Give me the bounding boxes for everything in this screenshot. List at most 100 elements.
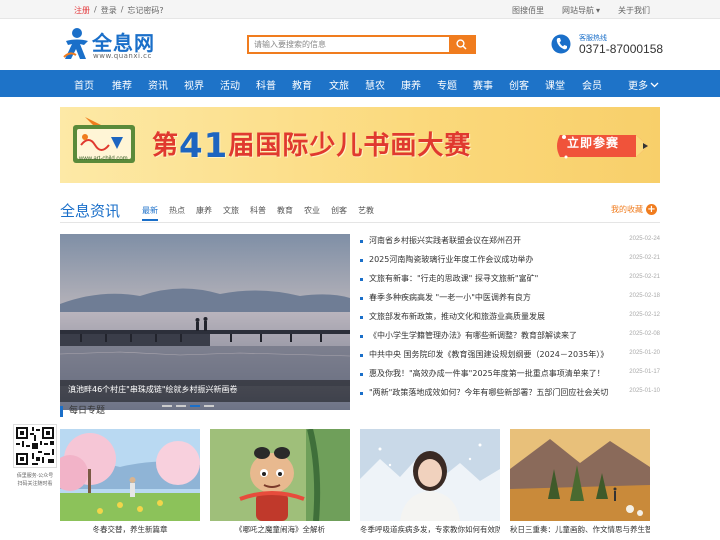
separator: / [120, 5, 124, 14]
qr-code-widget[interactable]: 佰里服务·公众号 扫码关注随时看 [12, 424, 58, 500]
chevron-down-icon: ▾ [595, 6, 600, 15]
news-title[interactable]: 文旅有新事："行走的思政课" 探寻文旅新"富矿" [369, 273, 614, 284]
tab-education[interactable]: 教育 [277, 205, 293, 221]
nav-more-label: 更多 [628, 81, 648, 92]
qr-code-image [13, 424, 57, 468]
topic-card-caption[interactable]: 冬季呼吸道疾病多发，专家教你如何有效防范 [360, 524, 500, 535]
news-title[interactable]: 河南省乡村振兴实践者联盟会议在郑州召开 [369, 235, 614, 246]
logo-person-icon [63, 28, 88, 59]
nav-item-wellness[interactable]: 康养 [401, 77, 421, 92]
featured-news-caption[interactable]: 滇池畔46个村庄"串珠成链"绘就乡村振兴新画卷 [68, 384, 238, 395]
topic-card[interactable]: 冬春交替，养生新篇章 [60, 429, 200, 540]
search-input[interactable]: 请输入要搜索的信息 [254, 39, 326, 50]
bullet-icon [360, 240, 363, 243]
my-favorites-link[interactable]: 我的收藏 + [611, 204, 657, 215]
nav-item-science[interactable]: 科普 [256, 77, 276, 92]
bullet-icon [360, 278, 363, 281]
top-link-about[interactable]: 关于我们 [618, 5, 650, 16]
top-link-site-nav[interactable]: 网站导航 ▾ [562, 5, 600, 16]
bullet-icon [360, 316, 363, 319]
topic-card-caption[interactable]: 秋日三重奏：儿童画韵、作文情思与养生智慧 [510, 524, 650, 535]
nav-item-vision[interactable]: 视界 [184, 77, 204, 92]
tab-art-education[interactable]: 艺教 [358, 205, 374, 221]
news-title[interactable]: 2025河南陶瓷玻璃行业年度工作会议成功举办 [369, 254, 614, 265]
forgot-password-link[interactable]: 忘记密码? [127, 5, 163, 16]
header: 全息网 www.quanxi.cc 请输入要搜索的信息 客服热线 0371-87… [0, 19, 720, 70]
news-item[interactable]: 中共中央 国务院印发《教育强国建设规划纲要（2024－2035年）》 2025-0… [360, 348, 660, 364]
nav-item-classroom[interactable]: 课堂 [545, 77, 565, 92]
news-item[interactable]: 文旅部发布新政策，推动文化和旅游业高质量发展 2025-02-12 [360, 310, 660, 326]
carousel-dot[interactable] [176, 405, 186, 407]
news-title[interactable]: 中共中央 国务院印发《教育强国建设规划纲要（2024－2035年）》 [369, 349, 614, 360]
news-date: 2025-02-24 [629, 236, 660, 242]
nav-item-events[interactable]: 活动 [220, 77, 240, 92]
nav-more[interactable]: 更多 [628, 77, 659, 92]
tab-science[interactable]: 科普 [250, 205, 266, 221]
carousel-dot[interactable] [204, 405, 214, 407]
nav-item-topics[interactable]: 专题 [437, 77, 457, 92]
news-date: 2025-02-21 [629, 255, 660, 261]
banner-title-post: 届国际少儿书画大赛 [228, 131, 472, 161]
news-item[interactable]: 2025河南陶瓷玻璃行业年度工作会议成功举办 2025-02-21 [360, 253, 660, 269]
animated-character-photo [210, 429, 350, 521]
nav-item-home[interactable]: 首页 [74, 77, 94, 92]
bullet-icon [360, 392, 363, 395]
topic-card-caption[interactable]: 冬春交替，养生新篇章 [60, 524, 200, 535]
nav-item-education[interactable]: 教育 [292, 77, 312, 92]
site-logo[interactable]: 全息网 www.quanxi.cc [62, 25, 162, 65]
nav-item-culture-travel[interactable]: 文旅 [329, 77, 349, 92]
news-item[interactable]: 惠及你我！"高效办成一件事"2025年度第一批重点事项清单来了！ 2025-01-… [360, 367, 660, 383]
tab-wellness[interactable]: 康养 [196, 205, 212, 221]
news-item[interactable]: 文旅有新事："行走的思政课" 探寻文旅新"富矿" 2025-02-21 [360, 272, 660, 288]
news-title[interactable]: 《中小学生学籍管理办法》有哪些新调整？教育部解读来了 [369, 330, 614, 341]
nav-item-agriculture[interactable]: 慧农 [365, 77, 385, 92]
news-title[interactable]: "两新"政策落地成效如何？今年有哪些新部署？五部门回应社会关切 [369, 387, 614, 398]
carousel-dot[interactable] [162, 405, 172, 407]
tab-makers[interactable]: 创客 [331, 205, 347, 221]
news-title[interactable]: 惠及你我！"高效办成一件事"2025年度第一批重点事项清单来了！ [369, 368, 614, 379]
nav-item-news[interactable]: 资讯 [148, 77, 168, 92]
logo-url: www.quanxi.cc [93, 52, 152, 60]
news-date: 2025-02-21 [629, 274, 660, 280]
top-links: 图搜佰里 网站导航 ▾ 关于我们 [512, 5, 650, 16]
topic-card[interactable]: 《哪吒之魔童闹海》全解析 [210, 429, 350, 540]
join-contest-button[interactable]: 立即参赛 [567, 134, 619, 151]
nav-item-members[interactable]: 会员 [582, 77, 602, 92]
separator: / [94, 5, 97, 14]
register-link[interactable]: 注册 [74, 5, 90, 16]
tab-hot[interactable]: 热点 [169, 205, 185, 221]
bullet-icon [360, 297, 363, 300]
news-date: 2025-02-18 [629, 293, 660, 299]
search-box[interactable]: 请输入要搜索的信息 [247, 35, 476, 54]
topic-card[interactable]: 冬季呼吸道疾病多发，专家教你如何有效防范 [360, 429, 500, 540]
search-icon [456, 39, 467, 50]
news-date: 2025-01-20 [629, 350, 660, 356]
search-button[interactable] [449, 37, 474, 52]
bullet-icon [360, 373, 363, 376]
tab-latest[interactable]: 最新 [142, 205, 158, 221]
bullet-icon [360, 335, 363, 338]
nav-item-recommend[interactable]: 推荐 [112, 77, 132, 92]
news-item[interactable]: 河南省乡村振兴实践者联盟会议在郑州召开 2025-02-24 [360, 234, 660, 250]
contest-banner[interactable]: www.art-child.com 第41届国际少儿书画大赛 立即参赛 [60, 107, 660, 183]
top-bar: 注册 / 登录 / 忘记密码? 图搜佰里 网站导航 ▾ 关于我们 [0, 0, 720, 19]
top-link-image-search[interactable]: 图搜佰里 [512, 5, 544, 16]
tab-agriculture[interactable]: 农业 [304, 205, 320, 221]
news-title[interactable]: 春季多种疾病高发 "一老一小"中医调养有良方 [369, 292, 614, 303]
news-item[interactable]: 春季多种疾病高发 "一老一小"中医调养有良方 2025-02-18 [360, 291, 660, 307]
login-link[interactable]: 登录 [101, 5, 117, 16]
news-title[interactable]: 文旅部发布新政策，推动文化和旅游业高质量发展 [369, 311, 614, 322]
nav-item-makers[interactable]: 创客 [509, 77, 529, 92]
account-links: 注册 / 登录 / 忘记密码? [74, 5, 164, 16]
phone-icon [551, 34, 571, 54]
topic-card-caption[interactable]: 《哪吒之魔童闹海》全解析 [210, 524, 350, 535]
qr-caption-line2: 扫码关注随时看 [17, 481, 53, 487]
nav-item-contests[interactable]: 赛事 [473, 77, 493, 92]
featured-news-image[interactable]: 滇池畔46个村庄"串珠成链"绘就乡村振兴新画卷 [60, 234, 350, 410]
news-item[interactable]: 《中小学生学籍管理办法》有哪些新调整？教育部解读来了 2025-02-08 [360, 329, 660, 345]
news-item[interactable]: "两新"政策落地成效如何？今年有哪些新部署？五部门回应社会关切 2025-01-1… [360, 386, 660, 402]
tab-culture-travel[interactable]: 文旅 [223, 205, 239, 221]
carousel-dot-active[interactable] [190, 405, 200, 407]
main-nav: 首页 推荐 资讯 视界 活动 科普 教育 文旅 慧农 康养 专题 赛事 创客 课… [0, 70, 720, 97]
topic-card[interactable]: 秋日三重奏：儿童画韵、作文情思与养生智慧 [510, 429, 650, 540]
